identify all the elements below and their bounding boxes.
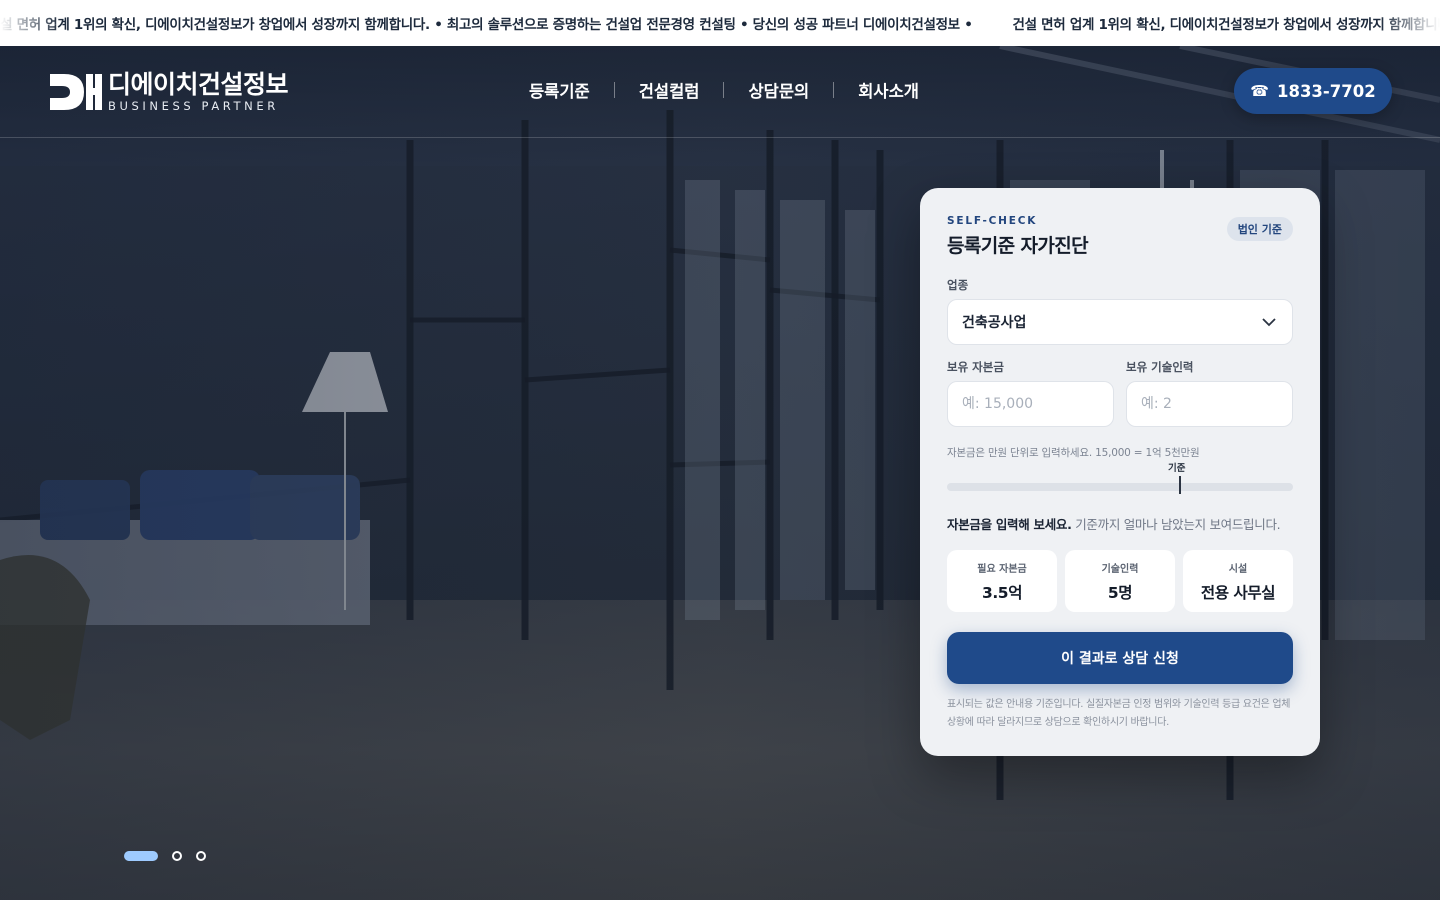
slide-dot-2[interactable]	[172, 851, 182, 861]
card-eyebrow: SELF-CHECK	[947, 215, 1038, 227]
slide-dot-1-active[interactable]	[124, 851, 158, 861]
apply-consultation-button[interactable]: 이 결과로 상담 신청	[947, 632, 1293, 684]
stat-label: 기술인력	[1101, 563, 1139, 575]
chevron-down-icon	[1262, 318, 1276, 327]
stat-capital: 필요 자본금 3.5억	[947, 550, 1057, 612]
industry-label: 업종	[947, 278, 969, 292]
self-check-card: SELF-CHECK 등록기준 자가진단 법인 기준 업종 건축공사업 보유 자…	[920, 188, 1320, 756]
status-message: 자본금을 입력해 보세요. 기준까지 얼마나 남았는지 보여드립니다.	[947, 514, 1281, 533]
logo[interactable]: 디에이치건설정보 BUSINESS PARTNER	[48, 70, 289, 114]
logo-text: 디에이치건설정보 BUSINESS PARTNER	[108, 70, 289, 114]
nav-item-column[interactable]: 건설컬럼	[615, 78, 724, 102]
announcement-ticker: 건설 면허 업계 1위의 확신, 디에이치건설정보가 창업에서 성장까지 함께합…	[0, 0, 1440, 46]
disclaimer-note: 표시되는 값은 안내용 기준입니다. 실질자본금 인정 범위와 기술인력 등급 …	[947, 699, 1291, 728]
ticker-fade-right	[1380, 0, 1440, 46]
stat-label: 필요 자본금	[977, 563, 1027, 575]
capital-input[interactable]	[947, 381, 1114, 427]
nav-item-about[interactable]: 회사소개	[834, 78, 943, 102]
site-header: 디에이치건설정보 BUSINESS PARTNER 등록기준 건설컬럼 상담문의…	[0, 46, 1440, 138]
phone-call-button[interactable]: ☎ 1833-7702	[1234, 68, 1392, 114]
capital-label: 보유 자본금	[947, 360, 1004, 374]
slider-pagination	[124, 851, 206, 861]
stat-value: 5명	[1107, 583, 1133, 602]
card-title: 등록기준 자가진단	[947, 235, 1089, 257]
capital-progress-track	[947, 476, 1293, 494]
phone-number: 1833-7702	[1276, 81, 1376, 101]
logo-subtitle: BUSINESS PARTNER	[108, 99, 279, 113]
stat-tech-staff: 기술인력 5명	[1065, 550, 1175, 612]
logo-name: 디에이치건설정보	[108, 70, 289, 99]
ticker-fade-left	[0, 0, 60, 46]
corporate-basis-badge: 법인 기준	[1226, 217, 1293, 241]
ticker-text: 건설 면허 업계 1위의 확신, 디에이치건설정보가 창업에서 성장까지 함께합…	[0, 17, 973, 33]
phone-icon: ☎	[1250, 82, 1269, 100]
industry-select[interactable]: 건축공사업	[947, 299, 1293, 345]
stat-facility: 시설 전용 사무실	[1183, 550, 1293, 612]
main-nav: 등록기준 건설컬럼 상담문의 회사소개	[505, 78, 943, 102]
nav-item-inquiry[interactable]: 상담문의	[724, 78, 833, 102]
ticker-track: 건설 면허 업계 1위의 확신, 디에이치건설정보가 창업에서 성장까지 함께합…	[0, 0, 1440, 46]
stat-value: 전용 사무실	[1200, 583, 1276, 602]
requirement-stats: 필요 자본금 3.5억 기술인력 5명 시설 전용 사무실	[947, 550, 1293, 612]
slide-dot-3[interactable]	[196, 851, 206, 861]
dh-logo-icon	[50, 74, 102, 110]
capital-hint: 자본금은 만원 단위로 입력하세요. 15,000 = 1억 5천만원	[947, 447, 1200, 459]
threshold-label: 기준	[1168, 463, 1186, 474]
nav-item-registration[interactable]: 등록기준	[505, 78, 614, 102]
industry-selected-value: 건축공사업	[962, 315, 1027, 331]
stat-label: 시설	[1228, 563, 1248, 575]
tech-staff-input[interactable]	[1126, 381, 1293, 427]
tech-staff-label: 보유 기술인력	[1126, 360, 1194, 374]
threshold-marker	[1178, 476, 1181, 494]
stat-value: 3.5억	[981, 583, 1023, 602]
status-bold: 자본금을 입력해 보세요.	[947, 517, 1072, 532]
ticker-text-repeat: 건설 면허 업계 1위의 확신, 디에이치건설정보가 창업에서 성장까지 함께합…	[1012, 17, 1440, 33]
status-rest: 기준까지 얼마나 남았는지 보여드립니다.	[1071, 517, 1281, 532]
